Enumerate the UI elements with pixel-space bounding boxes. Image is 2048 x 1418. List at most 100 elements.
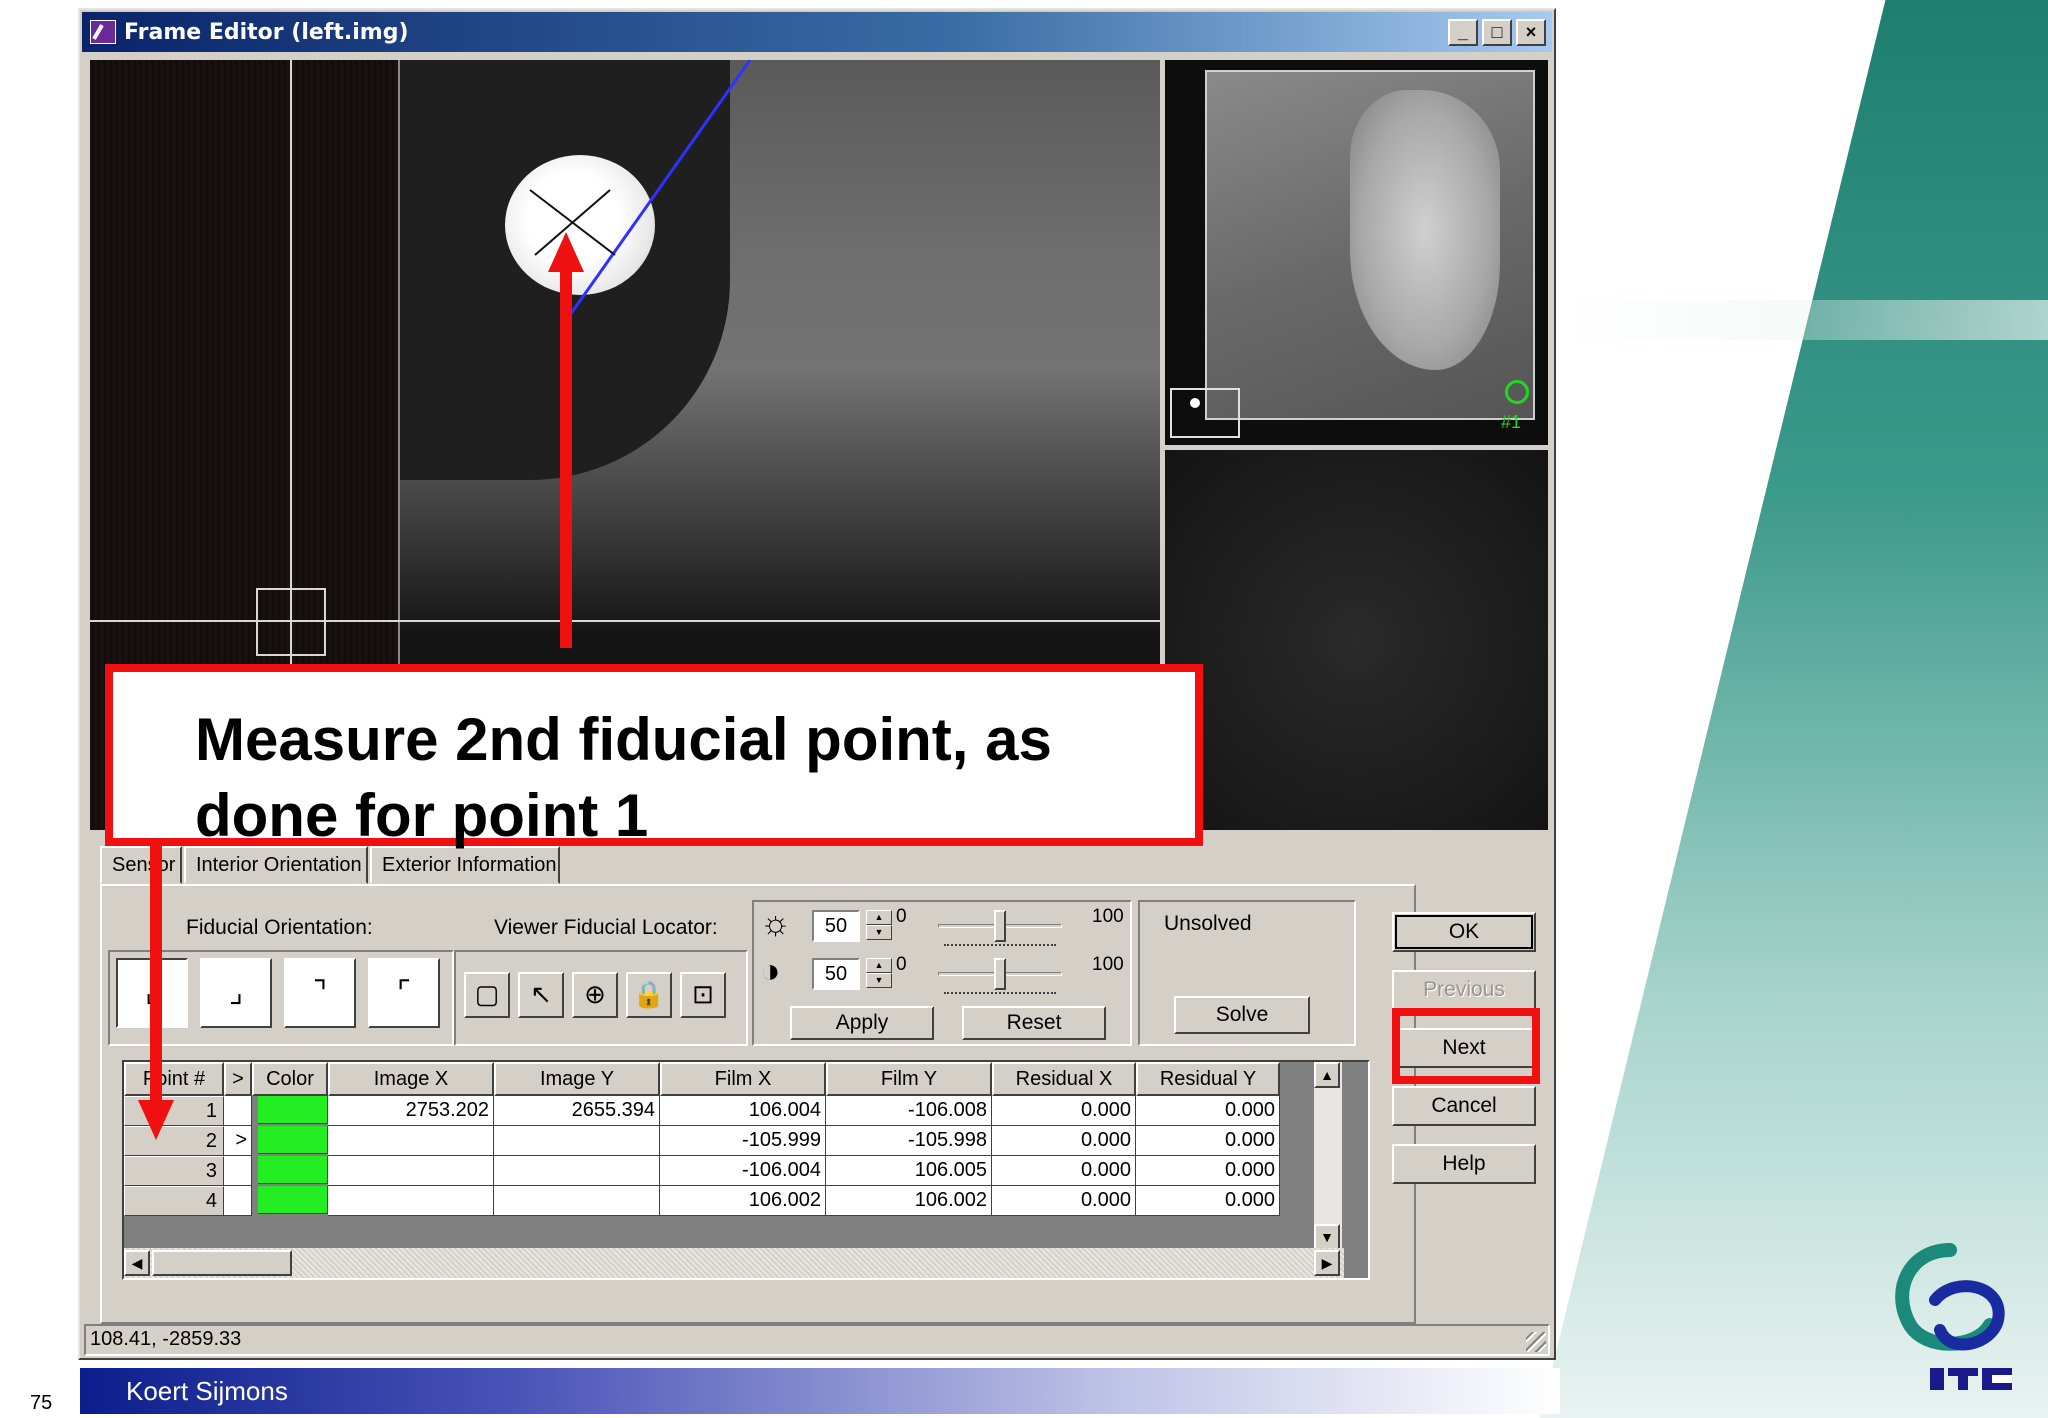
cancel-button[interactable]: Cancel: [1392, 1086, 1536, 1126]
row-image-x[interactable]: [328, 1156, 494, 1186]
brightness-slider-ticks: [944, 942, 1056, 946]
overview-viewer[interactable]: #1: [1165, 60, 1548, 445]
row-color-swatch[interactable]: [258, 1156, 328, 1184]
scroll-right-icon[interactable]: ▶: [1314, 1250, 1340, 1276]
arrow-pointer-icon[interactable]: ↖: [518, 972, 564, 1018]
row-film-y[interactable]: -105.998: [826, 1126, 992, 1156]
lock-icon[interactable]: 🔒: [626, 972, 672, 1018]
zoom-fit-icon[interactable]: ⊡: [680, 972, 726, 1018]
instruction-callout: Measure 2nd fiducial point, as done for …: [105, 664, 1203, 849]
row-residual-y: 0.000: [1136, 1156, 1280, 1186]
ok-button[interactable]: OK: [1392, 912, 1536, 952]
row-image-y[interactable]: [494, 1186, 660, 1216]
row-residual-y: 0.000: [1136, 1096, 1280, 1126]
column-header-residual-y[interactable]: Residual Y: [1136, 1062, 1280, 1096]
row-color-swatch[interactable]: [258, 1096, 328, 1124]
fiducial-orientation-label: Fiducial Orientation:: [186, 916, 373, 939]
solve-group: Unsolved Solve: [1138, 900, 1356, 1046]
fiducial-table[interactable]: Point # > Color Image X Image Y Film X F…: [122, 1060, 1370, 1280]
orientation-option-3-icon[interactable]: ⌝: [284, 958, 356, 1028]
scroll-left-icon[interactable]: ◀: [124, 1250, 150, 1276]
overview-fiducial-dot: [1190, 398, 1200, 408]
help-button[interactable]: Help: [1392, 1144, 1536, 1184]
contrast-input[interactable]: 50: [812, 958, 860, 990]
resize-grip-icon[interactable]: [1526, 1332, 1546, 1352]
row-film-x[interactable]: 106.004: [660, 1096, 826, 1126]
row-point-number[interactable]: 3: [124, 1156, 224, 1186]
reset-button[interactable]: Reset: [962, 1006, 1106, 1040]
solve-button[interactable]: Solve: [1174, 996, 1310, 1034]
column-header-color[interactable]: Color: [252, 1062, 328, 1096]
fiducial-marker-icon: [1505, 380, 1529, 404]
footer-author: Koert Sijmons: [126, 1376, 288, 1406]
crosshair-icon[interactable]: ⊕: [572, 972, 618, 1018]
crosshair-box[interactable]: [256, 588, 326, 656]
row-residual-y: 0.000: [1136, 1126, 1280, 1156]
column-header-point[interactable]: Point #: [124, 1062, 224, 1096]
brightness-slider-thumb[interactable]: [994, 910, 1006, 942]
row-film-y[interactable]: -106.008: [826, 1096, 992, 1126]
horizontal-scrollbar[interactable]: ◀ ▶: [124, 1248, 1344, 1278]
contrast-spinner[interactable]: ▲ ▼: [866, 958, 892, 990]
brightness-input[interactable]: 50: [812, 910, 860, 942]
column-header-current[interactable]: >: [224, 1062, 252, 1096]
maximize-button[interactable]: □: [1482, 19, 1512, 46]
row-residual-y: 0.000: [1136, 1186, 1280, 1216]
row-image-y[interactable]: [494, 1126, 660, 1156]
table-row[interactable]: 3 -106.004 106.005 0.000 0.000: [124, 1156, 1284, 1186]
detail-viewer[interactable]: [1165, 450, 1548, 830]
row-current-marker: [224, 1156, 252, 1186]
row-film-x[interactable]: -105.999: [660, 1126, 826, 1156]
row-film-y[interactable]: 106.002: [826, 1186, 992, 1216]
row-film-y[interactable]: 106.005: [826, 1156, 992, 1186]
row-color-swatch[interactable]: [258, 1186, 328, 1214]
column-header-image-x[interactable]: Image X: [328, 1062, 494, 1096]
title-bar[interactable]: Frame Editor (left.img) _ □ ×: [82, 12, 1552, 52]
callout-arrow-down: [150, 840, 162, 1110]
contrast-slider-thumb[interactable]: [994, 958, 1006, 990]
scroll-down-icon[interactable]: ▼: [1314, 1224, 1340, 1250]
fiducial-direction-line: [568, 60, 752, 316]
row-image-x[interactable]: [328, 1186, 494, 1216]
apply-button[interactable]: Apply: [790, 1006, 934, 1040]
orientation-option-2-icon[interactable]: ⌟: [200, 958, 272, 1028]
column-header-film-x[interactable]: Film X: [660, 1062, 826, 1096]
row-color-swatch[interactable]: [258, 1126, 328, 1154]
footer-bar: Koert Sijmons: [80, 1368, 1560, 1414]
minimize-button[interactable]: _: [1448, 19, 1478, 46]
tab-sensor[interactable]: Sensor: [100, 846, 182, 884]
column-header-film-y[interactable]: Film Y: [826, 1062, 992, 1096]
contrast-icon: ◑: [760, 952, 781, 990]
viewer-fiducial-locator-label: Viewer Fiducial Locator:: [494, 916, 718, 939]
table-row[interactable]: 2 > -105.999 -105.998 0.000 0.000: [124, 1126, 1284, 1156]
column-header-image-y[interactable]: Image Y: [494, 1062, 660, 1096]
row-image-x[interactable]: 2753.202: [328, 1096, 494, 1126]
overview-terrain: [1350, 90, 1500, 370]
row-image-y[interactable]: [494, 1156, 660, 1186]
scroll-up-icon[interactable]: ▲: [1314, 1062, 1340, 1088]
callout-arrow-up-head: [548, 232, 584, 272]
row-image-x[interactable]: [328, 1126, 494, 1156]
frame-icon[interactable]: ▢: [464, 972, 510, 1018]
row-point-number[interactable]: 4: [124, 1186, 224, 1216]
sun-icon: ☼: [760, 904, 792, 942]
cursor-coordinates: 108.41, -2859.33: [90, 1328, 242, 1350]
row-residual-x: 0.000: [992, 1096, 1136, 1126]
table-row[interactable]: 1 2753.202 2655.394 106.004 -106.008 0.0…: [124, 1096, 1284, 1126]
orientation-option-4-icon[interactable]: ⌜: [368, 958, 440, 1028]
close-button[interactable]: ×: [1516, 19, 1546, 46]
vertical-scrollbar[interactable]: ▲ ▼: [1314, 1062, 1342, 1252]
page-number: 75: [30, 1392, 53, 1414]
horizontal-scroll-thumb[interactable]: [152, 1250, 292, 1276]
callout-arrow-up: [560, 268, 572, 648]
overview-link-box[interactable]: [1170, 388, 1240, 438]
contrast-max-label: 100: [1092, 954, 1124, 975]
row-current-marker: [224, 1186, 252, 1216]
row-film-x[interactable]: 106.002: [660, 1186, 826, 1216]
row-film-x[interactable]: -106.004: [660, 1156, 826, 1186]
brightness-spinner[interactable]: ▲ ▼: [866, 910, 892, 942]
row-image-y[interactable]: 2655.394: [494, 1096, 660, 1126]
previous-button[interactable]: Previous: [1392, 970, 1536, 1010]
table-row[interactable]: 4 106.002 106.002 0.000 0.000: [124, 1186, 1284, 1216]
column-header-residual-x[interactable]: Residual X: [992, 1062, 1136, 1096]
